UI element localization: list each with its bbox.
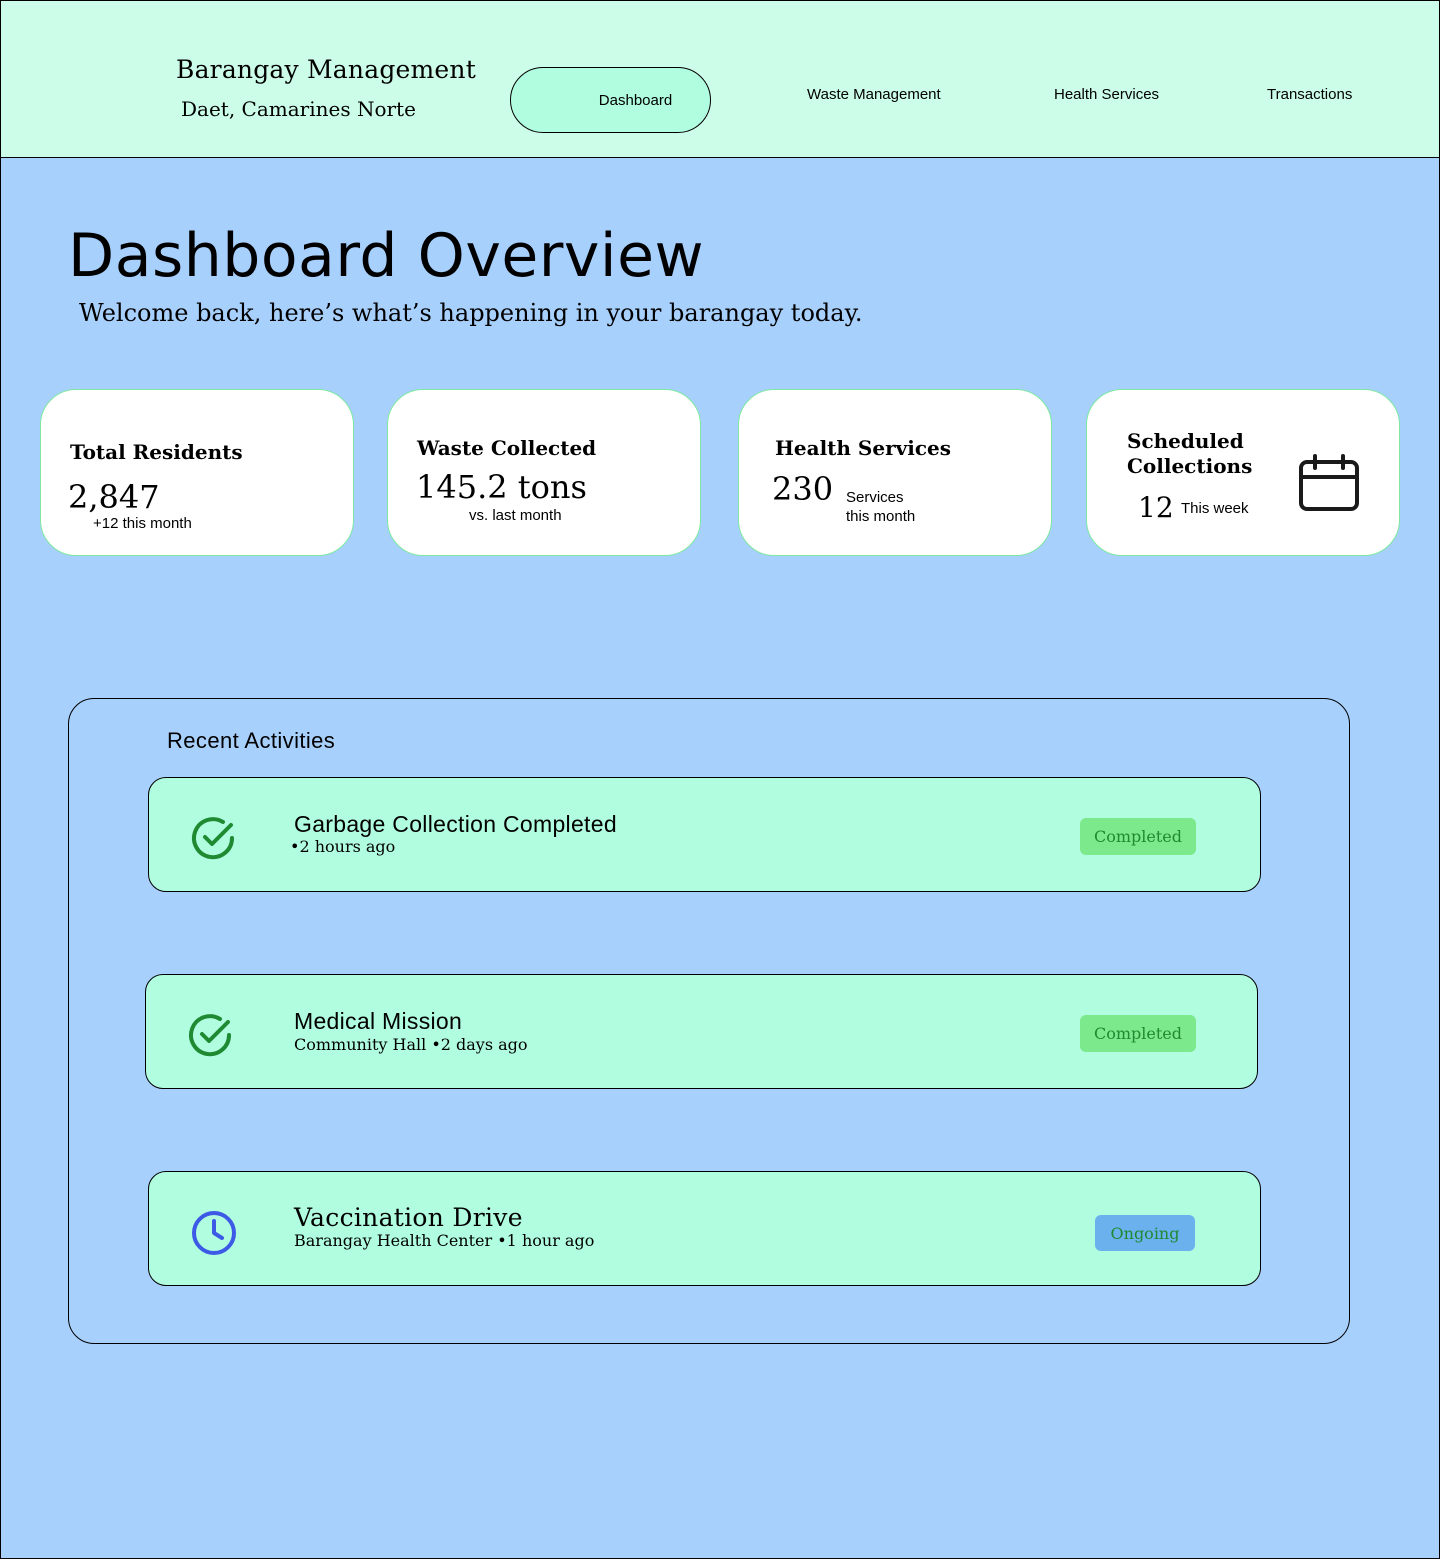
status-badge: Completed: [1080, 1015, 1196, 1052]
stat-label: Total Residents: [70, 440, 243, 464]
nav-tab-health-services[interactable]: Health Services: [1054, 86, 1159, 103]
stat-note: This week: [1181, 500, 1249, 517]
activity-meta: Community Hall •2 days ago: [294, 1035, 528, 1054]
clock-icon: [192, 1211, 236, 1255]
calendar-icon: [1299, 454, 1359, 511]
nav-tab-dashboard-label: Dashboard: [598, 91, 673, 109]
check-circle-icon: [192, 817, 235, 860]
activity-title: Garbage Collection Completed: [294, 811, 617, 837]
stat-note-line2: this month: [846, 508, 916, 525]
status-badge: Ongoing: [1095, 1215, 1195, 1251]
stat-card-scheduled-collections: Scheduled Collections 12 This week: [1086, 389, 1400, 556]
brand-title: Barangay Management: [176, 55, 476, 84]
top-header: Barangay Management Daet, Camarines Nort…: [1, 1, 1439, 158]
recent-activities-title: Recent Activities: [167, 728, 336, 753]
page-subtitle: Welcome back, here’s what’s happening in…: [79, 299, 863, 327]
stat-note: +12 this month: [93, 515, 192, 532]
stat-note-line1: Services: [846, 489, 904, 506]
activity-item[interactable]: Vaccination Drive Barangay Health Center…: [148, 1171, 1261, 1286]
stat-note: vs. last month: [469, 507, 562, 524]
nav-tab-dashboard[interactable]: Dashboard: [510, 67, 711, 133]
activity-title: Medical Mission: [294, 1008, 463, 1034]
nav-tab-transactions[interactable]: Transactions: [1267, 86, 1352, 103]
stat-value: 2,847: [68, 478, 160, 516]
nav-tab-waste-management[interactable]: Waste Management: [807, 86, 941, 103]
activity-title: Vaccination Drive: [294, 1203, 523, 1232]
stat-card-waste-collected: Waste Collected 145.2 tons vs. last mont…: [387, 389, 701, 556]
check-circle-icon: [189, 1014, 232, 1057]
stat-value: 230: [772, 470, 834, 508]
activity-meta: Barangay Health Center •1 hour ago: [294, 1231, 595, 1250]
activity-item[interactable]: Medical Mission Community Hall •2 days a…: [145, 974, 1258, 1089]
activity-item[interactable]: Garbage Collection Completed •2 hours ag…: [148, 777, 1261, 892]
stat-card-health-services: Health Services 230 Services this month: [738, 389, 1052, 556]
stat-label-line2: Collections: [1127, 454, 1253, 478]
stat-label: Waste Collected: [417, 436, 597, 460]
stat-value: 145.2 tons: [416, 468, 587, 506]
status-badge: Completed: [1080, 818, 1196, 855]
stat-label: Health Services: [775, 436, 952, 460]
stat-value: 12: [1138, 491, 1174, 524]
stat-card-total-residents: Total Residents 2,847 +12 this month: [40, 389, 354, 556]
activity-meta: •2 hours ago: [290, 837, 396, 856]
page-title: Dashboard Overview: [68, 221, 705, 291]
stat-label-line1: Scheduled: [1127, 429, 1244, 453]
brand-subtitle: Daet, Camarines Norte: [181, 97, 416, 121]
